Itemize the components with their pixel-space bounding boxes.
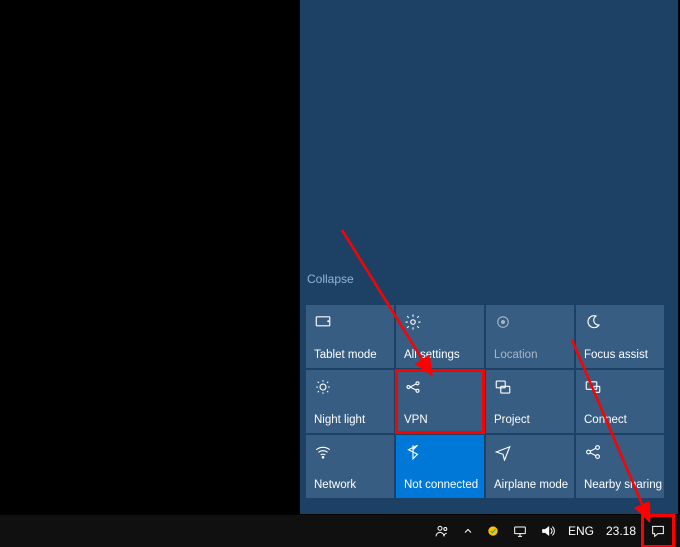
desktop-area: [0, 0, 298, 515]
share-icon: [584, 443, 602, 461]
tile-label: Night light: [314, 414, 365, 426]
tile-connect[interactable]: Connect: [576, 370, 664, 433]
bluetooth-icon: [404, 443, 422, 461]
tile-label: Not connected: [404, 479, 478, 491]
tray-security-icon[interactable]: [480, 515, 506, 547]
gear-icon: [404, 313, 422, 331]
vpn-icon: [404, 378, 422, 396]
wifi-icon: [314, 443, 332, 461]
tile-network[interactable]: Network: [306, 435, 394, 498]
tile-vpn[interactable]: VPN: [396, 370, 484, 433]
sun-icon: [314, 378, 332, 396]
show-desktop[interactable]: [674, 515, 680, 547]
tray-network-icon[interactable]: [506, 515, 534, 547]
tablet-icon: [314, 313, 332, 331]
tray-people[interactable]: [428, 515, 456, 547]
tile-label: Network: [314, 479, 356, 491]
tray-clock[interactable]: 23.18: [600, 515, 642, 547]
tray-volume-icon[interactable]: [534, 515, 562, 547]
quick-actions-grid: Tablet mode All settings Location Focus …: [306, 305, 670, 500]
taskbar: ENG 23.18: [0, 515, 680, 547]
tile-airplane-mode[interactable]: Airplane mode: [486, 435, 574, 498]
tile-label: Tablet mode: [314, 349, 377, 361]
tile-bluetooth[interactable]: Not connected: [396, 435, 484, 498]
airplane-icon: [494, 443, 512, 461]
action-center-panel: Collapse Tablet mode All settings Locat: [300, 0, 678, 514]
tile-label: Location: [494, 349, 537, 361]
tile-location[interactable]: Location: [486, 305, 574, 368]
tile-tablet-mode[interactable]: Tablet mode: [306, 305, 394, 368]
connect-icon: [584, 378, 602, 396]
tray-overflow[interactable]: [456, 515, 480, 547]
system-tray: ENG 23.18: [428, 515, 680, 547]
tile-night-light[interactable]: Night light: [306, 370, 394, 433]
tray-action-center[interactable]: [642, 515, 674, 547]
tile-label: Connect: [584, 414, 627, 426]
tile-label: Focus assist: [584, 349, 648, 361]
collapse-link[interactable]: Collapse: [307, 272, 354, 286]
tile-nearby-sharing[interactable]: Nearby sharing: [576, 435, 664, 498]
tile-label: Airplane mode: [494, 479, 568, 491]
tile-focus-assist[interactable]: Focus assist: [576, 305, 664, 368]
tile-label: Nearby sharing: [584, 479, 662, 491]
tile-label: VPN: [404, 414, 428, 426]
project-icon: [494, 378, 512, 396]
tile-project[interactable]: Project: [486, 370, 574, 433]
moon-icon: [584, 313, 602, 331]
tile-label: Project: [494, 414, 530, 426]
tile-label: All settings: [404, 349, 460, 361]
tile-all-settings[interactable]: All settings: [396, 305, 484, 368]
tray-ime[interactable]: ENG: [562, 515, 600, 547]
location-icon: [494, 313, 512, 331]
